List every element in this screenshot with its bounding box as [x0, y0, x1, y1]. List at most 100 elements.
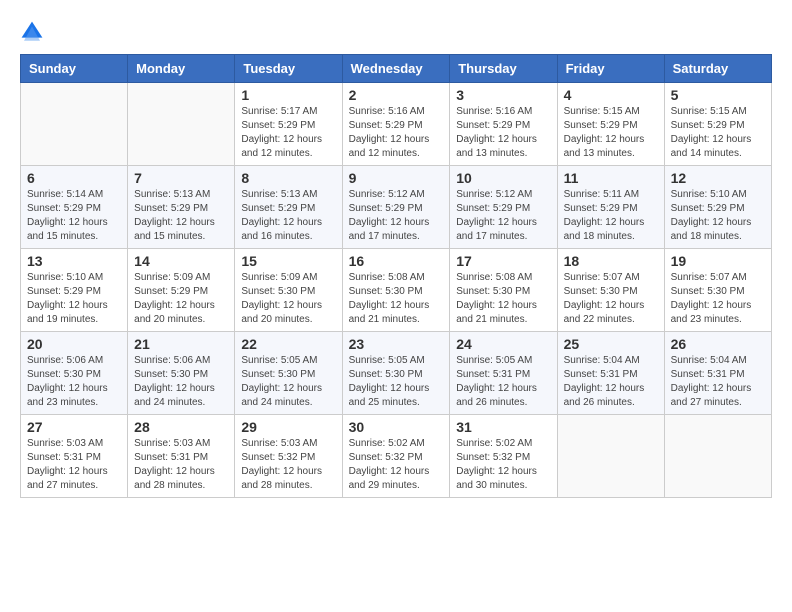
logo — [20, 20, 48, 44]
calendar-cell: 19 Sunrise: 5:07 AMSunset: 5:30 PMDayligh… — [664, 249, 771, 332]
day-info: Sunrise: 5:04 AMSunset: 5:31 PMDaylight:… — [671, 354, 765, 410]
calendar-cell: 9 Sunrise: 5:12 AMSunset: 5:29 PMDaylight… — [342, 166, 450, 249]
calendar-cell: 5 Sunrise: 5:15 AMSunset: 5:29 PMDaylight… — [664, 83, 771, 166]
weekday-header: Sunday — [21, 55, 128, 83]
day-info: Sunrise: 5:03 AMSunset: 5:32 PMDaylight:… — [241, 437, 335, 493]
calendar-cell: 16 Sunrise: 5:08 AMSunset: 5:30 PMDayligh… — [342, 249, 450, 332]
calendar-cell: 2 Sunrise: 5:16 AMSunset: 5:29 PMDaylight… — [342, 83, 450, 166]
calendar-cell: 23 Sunrise: 5:05 AMSunset: 5:30 PMDayligh… — [342, 332, 450, 415]
day-info: Sunrise: 5:06 AMSunset: 5:30 PMDaylight:… — [134, 354, 228, 410]
day-info: Sunrise: 5:17 AMSunset: 5:29 PMDaylight:… — [241, 105, 335, 161]
day-number: 22 — [241, 336, 335, 352]
day-number: 24 — [456, 336, 550, 352]
day-number: 8 — [241, 170, 335, 186]
calendar-cell — [128, 83, 235, 166]
day-number: 1 — [241, 87, 335, 103]
calendar-week-row: 13 Sunrise: 5:10 AMSunset: 5:29 PMDayligh… — [21, 249, 772, 332]
day-info: Sunrise: 5:13 AMSunset: 5:29 PMDaylight:… — [241, 188, 335, 244]
page-header — [20, 20, 772, 44]
day-number: 14 — [134, 253, 228, 269]
day-number: 13 — [27, 253, 121, 269]
day-number: 27 — [27, 419, 121, 435]
day-info: Sunrise: 5:03 AMSunset: 5:31 PMDaylight:… — [27, 437, 121, 493]
day-number: 18 — [564, 253, 658, 269]
day-info: Sunrise: 5:13 AMSunset: 5:29 PMDaylight:… — [134, 188, 228, 244]
day-info: Sunrise: 5:14 AMSunset: 5:29 PMDaylight:… — [27, 188, 121, 244]
calendar-cell — [664, 415, 771, 498]
calendar-cell: 14 Sunrise: 5:09 AMSunset: 5:29 PMDayligh… — [128, 249, 235, 332]
calendar-cell: 12 Sunrise: 5:10 AMSunset: 5:29 PMDayligh… — [664, 166, 771, 249]
day-info: Sunrise: 5:16 AMSunset: 5:29 PMDaylight:… — [456, 105, 550, 161]
calendar-cell: 18Sunrise: 5:07 AMSunset: 5:30 PMDayligh… — [557, 249, 664, 332]
day-number: 5 — [671, 87, 765, 103]
day-info: Sunrise: 5:07 AMSunset: 5:30 PMDaylight:… — [671, 271, 765, 327]
calendar-table: SundayMondayTuesdayWednesdayThursdayFrid… — [20, 54, 772, 498]
day-number: 21 — [134, 336, 228, 352]
day-info: Sunrise: 5:04 AMSunset: 5:31 PMDaylight:… — [564, 354, 658, 410]
calendar-cell: 8 Sunrise: 5:13 AMSunset: 5:29 PMDaylight… — [235, 166, 342, 249]
calendar-cell: 15 Sunrise: 5:09 AMSunset: 5:30 PMDayligh… — [235, 249, 342, 332]
day-number: 7 — [134, 170, 228, 186]
calendar-cell: 25 Sunrise: 5:04 AMSunset: 5:31 PMDayligh… — [557, 332, 664, 415]
day-info: Sunrise: 5:05 AMSunset: 5:30 PMDaylight:… — [349, 354, 444, 410]
day-number: 6 — [27, 170, 121, 186]
day-number: 25 — [564, 336, 658, 352]
day-info: Sunrise: 5:03 AMSunset: 5:31 PMDaylight:… — [134, 437, 228, 493]
day-number: 20 — [27, 336, 121, 352]
day-number: 3 — [456, 87, 550, 103]
calendar-week-row: 6 Sunrise: 5:14 AMSunset: 5:29 PMDaylight… — [21, 166, 772, 249]
day-info: Sunrise: 5:02 AMSunset: 5:32 PMDaylight:… — [349, 437, 444, 493]
weekday-header: Saturday — [664, 55, 771, 83]
calendar-cell: 20 Sunrise: 5:06 AMSunset: 5:30 PMDayligh… — [21, 332, 128, 415]
calendar-cell: 30Sunrise: 5:02 AMSunset: 5:32 PMDayligh… — [342, 415, 450, 498]
day-info: Sunrise: 5:10 AMSunset: 5:29 PMDaylight:… — [27, 271, 121, 327]
calendar-cell: 27 Sunrise: 5:03 AMSunset: 5:31 PMDayligh… — [21, 415, 128, 498]
day-info: Sunrise: 5:12 AMSunset: 5:29 PMDaylight:… — [349, 188, 444, 244]
calendar-cell: 24 Sunrise: 5:05 AMSunset: 5:31 PMDayligh… — [450, 332, 557, 415]
day-info: Sunrise: 5:05 AMSunset: 5:31 PMDaylight:… — [456, 354, 550, 410]
day-info: Sunrise: 5:08 AMSunset: 5:30 PMDaylight:… — [456, 271, 550, 327]
day-info: Sunrise: 5:16 AMSunset: 5:29 PMDaylight:… — [349, 105, 444, 161]
day-info: Sunrise: 5:15 AMSunset: 5:29 PMDaylight:… — [671, 105, 765, 161]
day-number: 16 — [349, 253, 444, 269]
calendar-cell: 31 Sunrise: 5:02 AMSunset: 5:32 PMDayligh… — [450, 415, 557, 498]
day-number: 19 — [671, 253, 765, 269]
day-number: 2 — [349, 87, 444, 103]
weekday-header: Friday — [557, 55, 664, 83]
day-number: 23 — [349, 336, 444, 352]
day-number: 4 — [564, 87, 658, 103]
weekday-header: Monday — [128, 55, 235, 83]
day-number: 10 — [456, 170, 550, 186]
calendar-cell: 28 Sunrise: 5:03 AMSunset: 5:31 PMDayligh… — [128, 415, 235, 498]
day-info: Sunrise: 5:06 AMSunset: 5:30 PMDaylight:… — [27, 354, 121, 410]
day-info: Sunrise: 5:05 AMSunset: 5:30 PMDaylight:… — [241, 354, 335, 410]
day-number: 12 — [671, 170, 765, 186]
calendar-cell: 1 Sunrise: 5:17 AMSunset: 5:29 PMDaylight… — [235, 83, 342, 166]
calendar-cell: 22 Sunrise: 5:05 AMSunset: 5:30 PMDayligh… — [235, 332, 342, 415]
day-info: Sunrise: 5:09 AMSunset: 5:30 PMDaylight:… — [241, 271, 335, 327]
day-number: 17 — [456, 253, 550, 269]
day-info: Sunrise: 5:09 AMSunset: 5:29 PMDaylight:… — [134, 271, 228, 327]
calendar-cell: 6 Sunrise: 5:14 AMSunset: 5:29 PMDaylight… — [21, 166, 128, 249]
calendar-cell: 3 Sunrise: 5:16 AMSunset: 5:29 PMDaylight… — [450, 83, 557, 166]
day-number: 28 — [134, 419, 228, 435]
weekday-header: Thursday — [450, 55, 557, 83]
day-number: 15 — [241, 253, 335, 269]
day-number: 31 — [456, 419, 550, 435]
calendar-cell — [21, 83, 128, 166]
calendar-week-row: 27 Sunrise: 5:03 AMSunset: 5:31 PMDayligh… — [21, 415, 772, 498]
calendar-week-row: 1 Sunrise: 5:17 AMSunset: 5:29 PMDaylight… — [21, 83, 772, 166]
weekday-header: Wednesday — [342, 55, 450, 83]
calendar-cell: 7 Sunrise: 5:13 AMSunset: 5:29 PMDaylight… — [128, 166, 235, 249]
calendar-cell: 17 Sunrise: 5:08 AMSunset: 5:30 PMDayligh… — [450, 249, 557, 332]
day-info: Sunrise: 5:10 AMSunset: 5:29 PMDaylight:… — [671, 188, 765, 244]
weekday-header: Tuesday — [235, 55, 342, 83]
calendar-cell — [557, 415, 664, 498]
calendar-cell: 4Sunrise: 5:15 AMSunset: 5:29 PMDaylight… — [557, 83, 664, 166]
day-number: 9 — [349, 170, 444, 186]
day-info: Sunrise: 5:08 AMSunset: 5:30 PMDaylight:… — [349, 271, 444, 327]
day-info: Sunrise: 5:02 AMSunset: 5:32 PMDaylight:… — [456, 437, 550, 493]
calendar-cell: 21 Sunrise: 5:06 AMSunset: 5:30 PMDayligh… — [128, 332, 235, 415]
calendar-cell: 10Sunrise: 5:12 AMSunset: 5:29 PMDayligh… — [450, 166, 557, 249]
day-number: 26 — [671, 336, 765, 352]
